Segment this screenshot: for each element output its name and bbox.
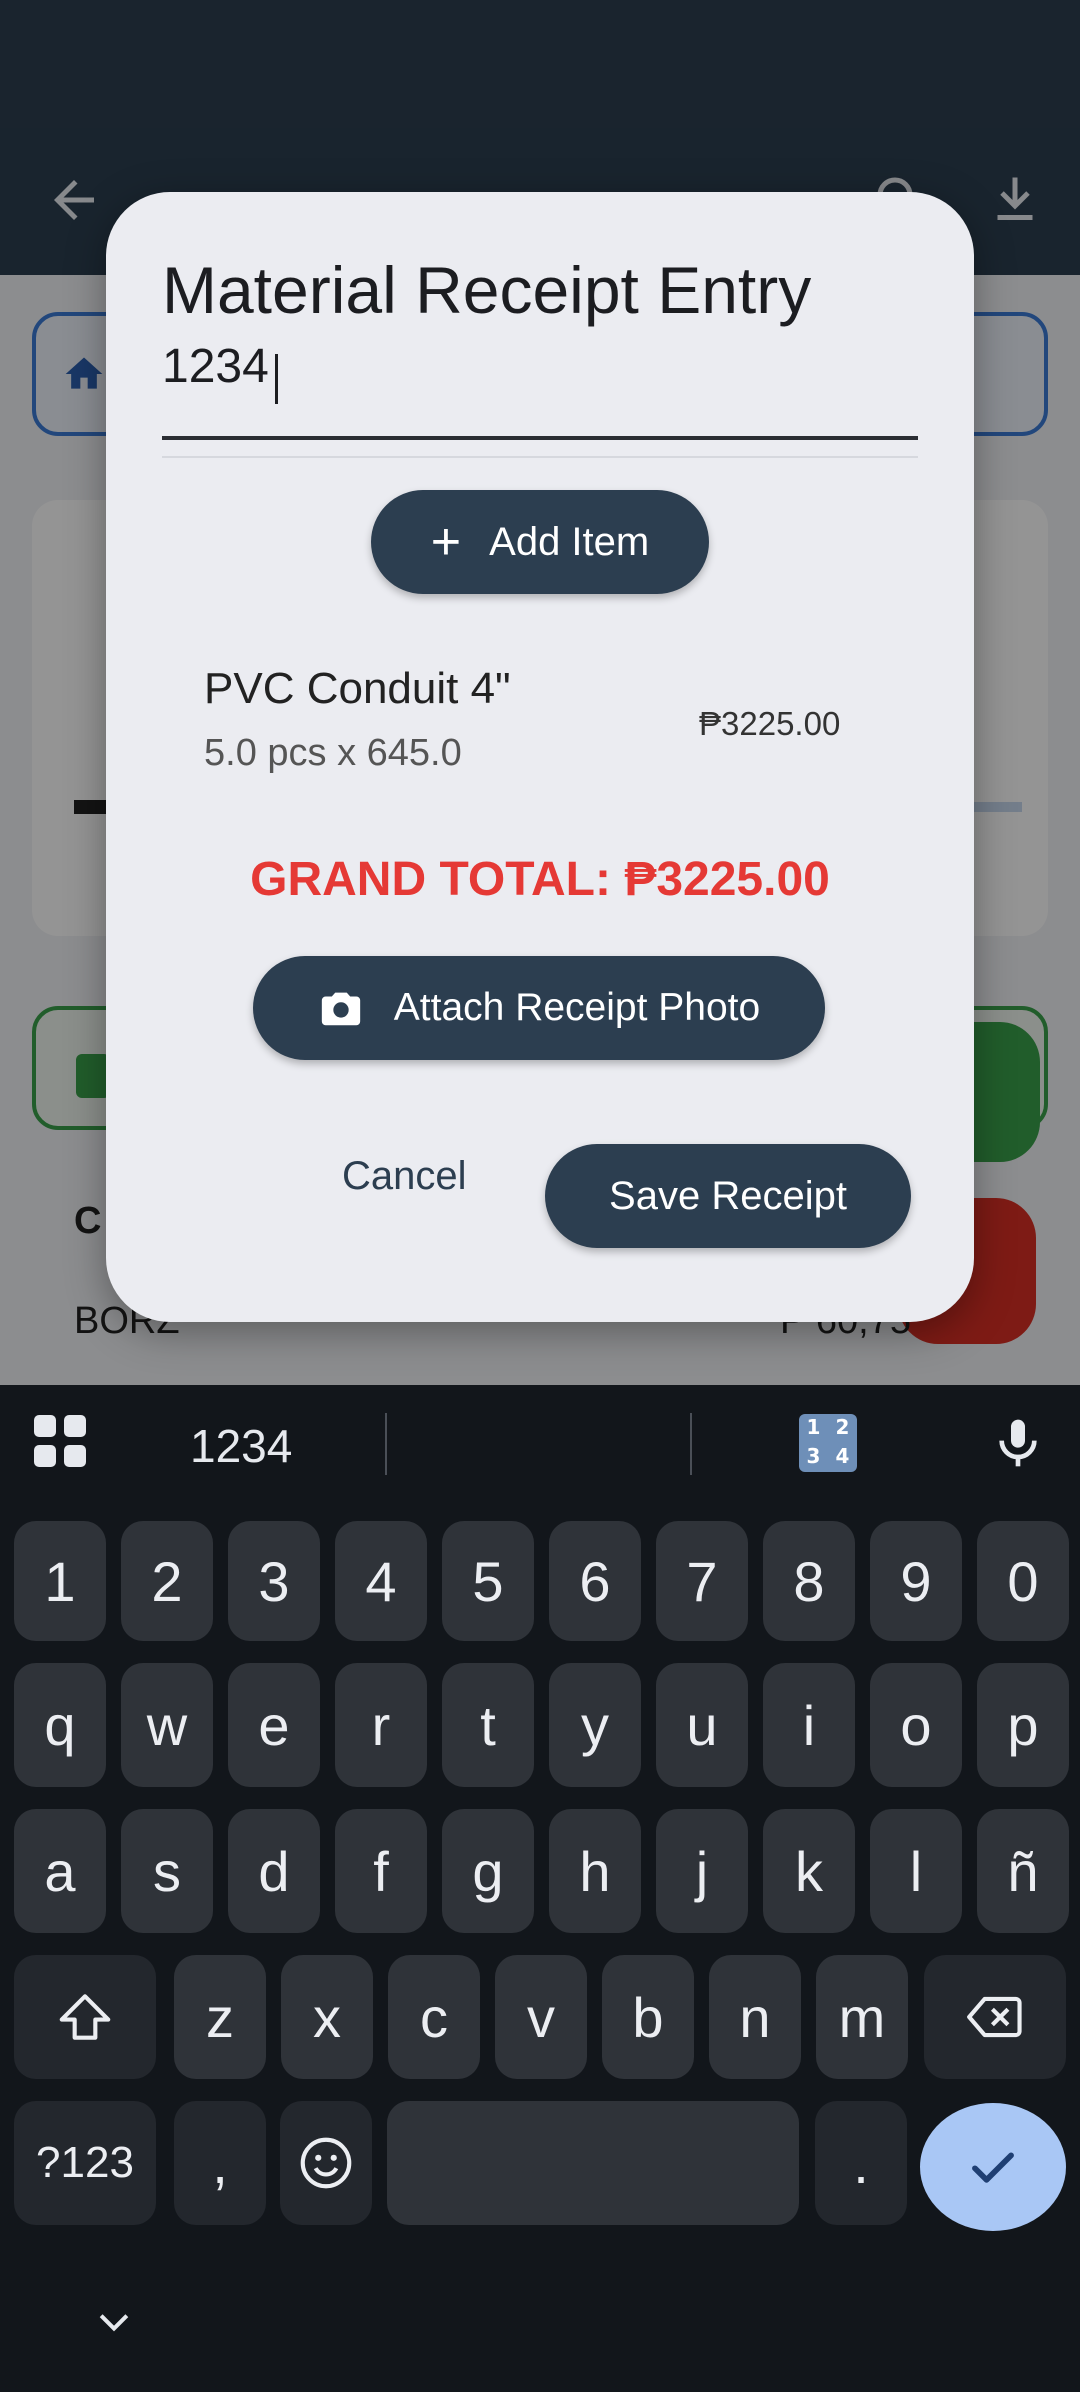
key-t[interactable]: t xyxy=(442,1663,534,1787)
material-receipt-dialog: Material Receipt Entry + Add Item PVC Co… xyxy=(106,192,974,1322)
soft-keyboard: 1234 1 2 3 4 1 2 3 4 5 6 7 8 9 0 q w e r… xyxy=(0,1385,1080,2392)
dialog-divider xyxy=(162,456,918,458)
key-n[interactable]: n xyxy=(709,1955,801,2079)
shift-key[interactable] xyxy=(14,1955,156,2079)
numpad-glyph: 4 xyxy=(835,1444,850,1468)
key-9[interactable]: 9 xyxy=(870,1521,962,1641)
key-1[interactable]: 1 xyxy=(14,1521,106,1641)
grand-total: GRAND TOTAL: ₱3225.00 xyxy=(250,853,830,906)
key-c[interactable]: c xyxy=(388,1955,480,2079)
key-r[interactable]: r xyxy=(335,1663,427,1787)
key-o[interactable]: o xyxy=(870,1663,962,1787)
emoji-key[interactable] xyxy=(280,2101,372,2225)
attach-receipt-photo-button[interactable]: Attach Receipt Photo xyxy=(253,956,825,1060)
backspace-icon xyxy=(967,1996,1022,2038)
add-item-button[interactable]: + Add Item xyxy=(371,490,709,594)
apps-grid-icon[interactable] xyxy=(34,1415,86,1467)
plus-icon: + xyxy=(430,513,462,571)
key-x[interactable]: x xyxy=(281,1955,373,2079)
attach-label: Attach Receipt Photo xyxy=(393,986,761,1029)
key-a[interactable]: a xyxy=(14,1809,106,1933)
checkmark-icon xyxy=(972,2152,1014,2183)
receipt-number-field[interactable] xyxy=(162,344,918,440)
period-key[interactable]: . xyxy=(815,2101,907,2225)
suggestion-word[interactable]: 1234 xyxy=(190,1419,292,1473)
key-p[interactable]: p xyxy=(977,1663,1069,1787)
key-q[interactable]: q xyxy=(14,1663,106,1787)
key-d[interactable]: d xyxy=(228,1809,320,1933)
key-k[interactable]: k xyxy=(763,1809,855,1933)
key-v[interactable]: v xyxy=(495,1955,587,2079)
key-j[interactable]: j xyxy=(656,1809,748,1933)
key-4[interactable]: 4 xyxy=(335,1521,427,1641)
key-h[interactable]: h xyxy=(549,1809,641,1933)
text-caret xyxy=(275,354,278,404)
key-l[interactable]: l xyxy=(870,1809,962,1933)
item-price: ₱3225.00 xyxy=(699,705,841,742)
enter-key[interactable] xyxy=(920,2103,1066,2231)
numpad-icon[interactable]: 1 2 3 4 xyxy=(799,1414,857,1472)
microphone-icon[interactable] xyxy=(990,1413,1046,1473)
key-b[interactable]: b xyxy=(602,1955,694,2079)
key-z[interactable]: z xyxy=(174,1955,266,2079)
shift-icon xyxy=(59,1994,111,2040)
item-detail: 5.0 pcs x 645.0 xyxy=(204,732,462,774)
key-3[interactable]: 3 xyxy=(228,1521,320,1641)
suggestion-separator xyxy=(690,1413,692,1475)
key-n-tilde[interactable]: ñ xyxy=(977,1809,1069,1933)
key-e[interactable]: e xyxy=(228,1663,320,1787)
save-receipt-button[interactable]: Save Receipt xyxy=(545,1144,911,1248)
key-2[interactable]: 2 xyxy=(121,1521,213,1641)
cancel-button[interactable]: Cancel xyxy=(342,1154,467,1199)
dialog-title: Material Receipt Entry xyxy=(162,253,812,327)
key-7[interactable]: 7 xyxy=(656,1521,748,1641)
key-g[interactable]: g xyxy=(442,1809,534,1933)
emoji-icon xyxy=(300,2137,352,2189)
key-m[interactable]: m xyxy=(816,1955,908,2079)
symbols-key[interactable]: ?123 xyxy=(14,2101,156,2225)
key-6[interactable]: 6 xyxy=(549,1521,641,1641)
item-name: PVC Conduit 4" xyxy=(204,664,511,713)
suggestion-bar: 1234 1 2 3 4 xyxy=(0,1385,1080,1501)
key-w[interactable]: w xyxy=(121,1663,213,1787)
chevron-down-icon[interactable] xyxy=(92,2308,136,2338)
space-key[interactable] xyxy=(387,2101,799,2225)
numpad-glyph: 3 xyxy=(806,1444,821,1468)
numpad-glyph: 2 xyxy=(835,1415,850,1439)
key-f[interactable]: f xyxy=(335,1809,427,1933)
key-y[interactable]: y xyxy=(549,1663,641,1787)
key-8[interactable]: 8 xyxy=(763,1521,855,1641)
key-i[interactable]: i xyxy=(763,1663,855,1787)
backspace-key[interactable] xyxy=(924,1955,1066,2079)
comma-key[interactable]: , xyxy=(174,2101,266,2225)
key-5[interactable]: 5 xyxy=(442,1521,534,1641)
key-u[interactable]: u xyxy=(656,1663,748,1787)
key-0[interactable]: 0 xyxy=(977,1521,1069,1641)
camera-icon xyxy=(321,992,360,1026)
numpad-glyph: 1 xyxy=(806,1415,821,1439)
key-s[interactable]: s xyxy=(121,1809,213,1933)
suggestion-separator xyxy=(385,1413,387,1475)
add-item-label: Add Item xyxy=(489,519,650,564)
